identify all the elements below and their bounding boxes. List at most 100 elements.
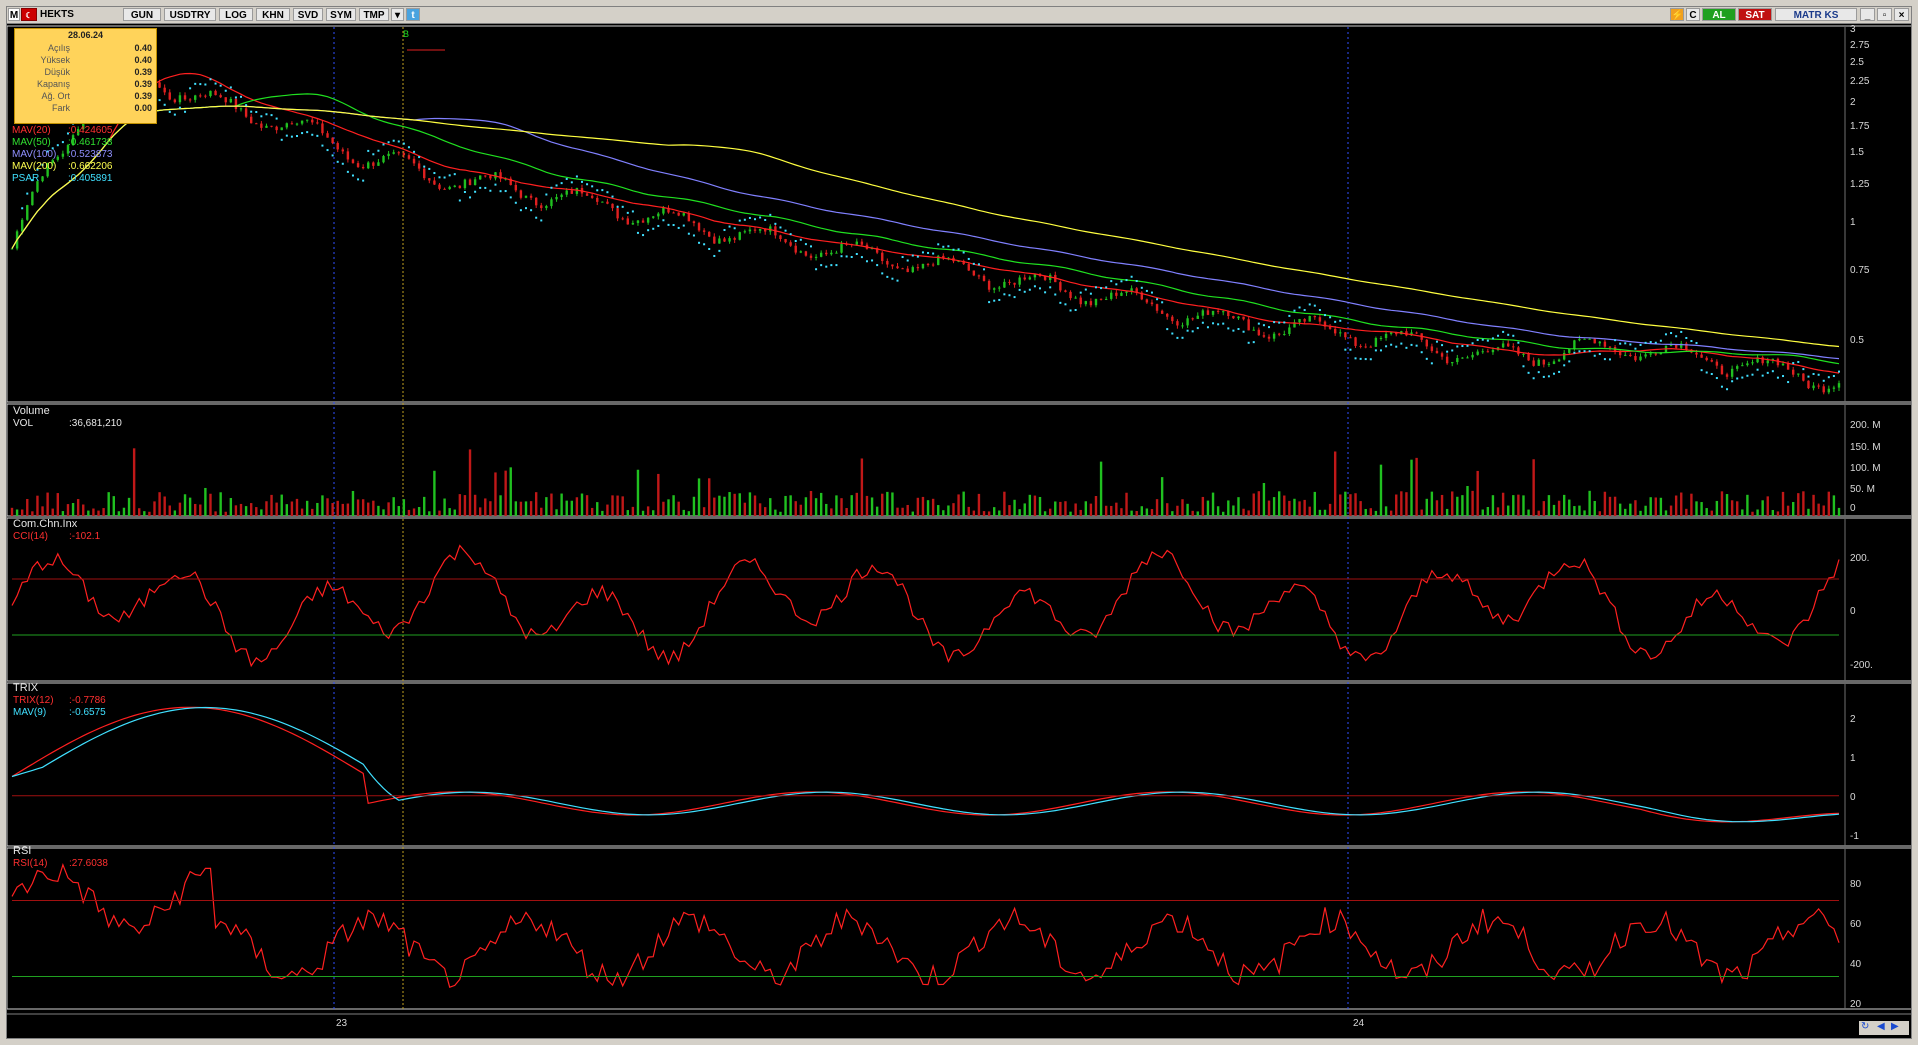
psar-dot [1400,342,1403,345]
psar-dot [290,135,293,138]
scroll-left-icon[interactable]: ◀ [1877,1021,1885,1032]
psar-dot [301,132,304,135]
volume-bar [1166,503,1169,516]
volume-bar [708,478,711,516]
volume-bar [20,509,24,516]
psar-dot [1466,344,1469,347]
volume-bar [46,492,49,516]
volume-bar [565,500,568,516]
psar-dot [784,229,787,232]
candle [1318,317,1322,322]
khn-button[interactable]: KHN [256,8,290,21]
volume-bar [1542,501,1546,516]
psar-dot [1425,357,1428,360]
candle [417,163,421,169]
psar-dot [1634,347,1637,350]
candle [1573,340,1576,350]
psar-dot [845,255,848,258]
candle [463,179,467,189]
buy-button[interactable]: AL [1702,8,1736,21]
volume-bar [911,511,914,516]
tmp-button[interactable]: TMP [359,8,389,21]
log-scale-button[interactable]: LOG [219,8,253,21]
psar-dot [1619,342,1622,345]
volume-bar [738,493,741,516]
candle [336,143,339,150]
psar-dot [927,251,930,254]
volume-bar [209,493,212,516]
volume-bar [733,493,736,516]
candle [641,220,645,223]
psar-dot [774,222,777,225]
sell-button[interactable]: SAT [1738,8,1772,21]
volume-bar [1557,500,1561,516]
volume-bar [830,508,833,516]
info-row-low: Düşük 0.39 [44,67,152,77]
chart-canvas[interactable] [7,24,1912,1039]
candle [1222,311,1225,313]
info-row-wavg: Ağ. Ort 0.39 [41,91,152,101]
svd-button[interactable]: SVD [293,8,323,21]
psar-dot [1156,298,1159,301]
maximize-button[interactable]: ▫ [1877,8,1892,21]
psar-dot [1273,321,1276,324]
volume-bar [127,497,131,516]
volume-bar [509,467,512,516]
candle [814,256,818,258]
volume-bar [860,458,864,516]
psar-dot [285,134,288,137]
period-gun-button[interactable]: GUN [123,8,161,21]
psar-dot [367,149,370,152]
candle [1171,316,1174,322]
psar-dot [504,190,507,193]
volume-bar [575,497,579,516]
candle [326,133,329,138]
dropdown-arrow-icon[interactable]: ▾ [391,8,404,21]
candle [1288,327,1291,334]
volume-bar [367,502,370,516]
psar-dot [250,110,253,113]
volume-bar [1517,494,1520,516]
volume-bar [529,501,533,516]
psar-dot [255,111,258,114]
close-button[interactable]: × [1894,8,1909,21]
psar-dot [1756,368,1759,371]
candle [794,245,797,253]
lightning-icon[interactable]: ⚡ [1670,8,1684,21]
c-button[interactable]: C [1686,8,1700,21]
psar-dot [260,115,263,118]
sym-button[interactable]: SYM [326,8,356,21]
psar-dot [377,149,380,152]
minimize-button[interactable]: _ [1860,8,1875,21]
candle [1333,328,1337,334]
volume-bar [1150,509,1154,516]
candle [270,125,273,127]
volume-bar [1649,497,1652,516]
candle [423,168,426,179]
twitter-icon[interactable]: t [406,8,420,21]
candle [1720,365,1724,375]
volume-bar [1527,509,1530,516]
volume-bar [428,511,431,516]
candle [1359,345,1362,347]
volume-bar [524,501,528,516]
scroll-right-icon[interactable]: ▶ [1891,1021,1899,1032]
psar-dot [1242,330,1245,333]
psar-dot [1288,314,1291,317]
currency-usdtry-button[interactable]: USDTRY [164,8,216,21]
volume-bar [15,509,19,516]
refresh-icon[interactable]: ↻ [1861,1021,1869,1032]
psar-dot [621,205,624,208]
symbol-label[interactable]: HEKTS [40,8,100,21]
candle [545,206,548,209]
psar-dot [387,141,390,144]
candle [575,188,579,194]
menu-m-button[interactable]: M [8,8,20,21]
volume-bar [590,507,594,516]
psar-dot [560,182,563,185]
psar-dot [692,234,695,237]
volume-bar [1354,493,1357,516]
psar-dot [550,186,553,189]
psar-dot [1522,365,1525,368]
volume-bar [1130,510,1133,516]
